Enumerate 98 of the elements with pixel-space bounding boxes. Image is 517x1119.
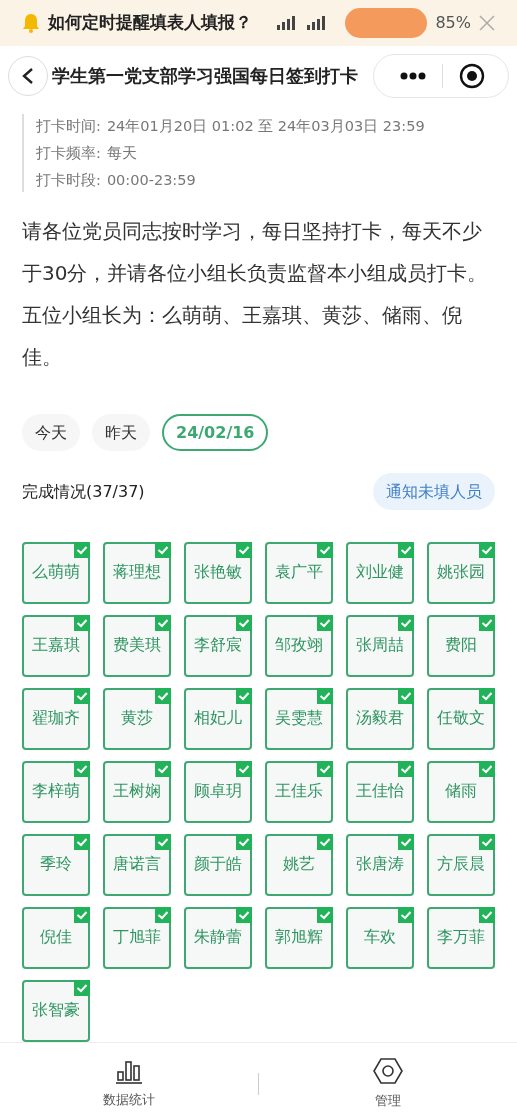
- member-name: 郭旭辉: [275, 927, 323, 949]
- member-name: 方辰晨: [437, 854, 485, 876]
- nav-item[interactable]: 管理: [259, 1057, 517, 1111]
- member-card[interactable]: 翟珈齐: [22, 688, 90, 750]
- member-name: 王佳怡: [356, 781, 404, 803]
- member-card[interactable]: 丁旭菲: [103, 907, 171, 969]
- member-card[interactable]: 袁广平: [265, 542, 333, 604]
- info-label: 打卡时段:: [36, 171, 101, 190]
- member-card[interactable]: 唐诺言: [103, 834, 171, 896]
- completion-status: 完成情况(37/37): [22, 480, 145, 503]
- member-card[interactable]: 姚艺: [265, 834, 333, 896]
- member-card[interactable]: 汤毅君: [346, 688, 414, 750]
- member-name: 张智豪: [32, 1000, 80, 1022]
- member-card[interactable]: 储雨: [427, 761, 495, 823]
- member-name: 袁广平: [275, 562, 323, 584]
- member-card[interactable]: 王树娴: [103, 761, 171, 823]
- info-value: 24年01月20日 01:02 至 24年03月03日 23:59: [106, 117, 425, 136]
- member-name: 丁旭菲: [113, 927, 161, 949]
- back-button[interactable]: [8, 56, 48, 96]
- member-name: 刘业健: [356, 562, 404, 584]
- member-name: 相妃儿: [194, 708, 242, 730]
- member-name: 李梓萌: [32, 781, 80, 803]
- info-label: 打卡时间:: [36, 117, 101, 136]
- member-name: 颜于皓: [194, 854, 242, 876]
- member-name: 季玲: [40, 854, 72, 876]
- battery-level: 85%: [435, 12, 471, 34]
- member-name: 张艳敏: [194, 562, 242, 584]
- more-icon[interactable]: [400, 72, 426, 80]
- member-name: 王佳乐: [275, 781, 323, 803]
- member-card[interactable]: 方辰晨: [427, 834, 495, 896]
- bar-chart-icon: [115, 1058, 143, 1085]
- back-icon: [21, 67, 35, 85]
- member-name: 吴雯慧: [275, 708, 323, 730]
- member-card[interactable]: 王嘉琪: [22, 615, 90, 677]
- info-value: 每天: [106, 144, 137, 163]
- member-card[interactable]: 顾卓玥: [184, 761, 252, 823]
- target-icon[interactable]: [459, 63, 485, 89]
- description: 请各位党员同志按时学习，每日坚持打卡，每天不少于30分，并请各位小组长负责监督本小组成员打卡。五位小组长为：么萌萌、王嘉琪、黄莎、储雨、倪佳。: [22, 218, 489, 371]
- date-chip[interactable]: 今天: [22, 414, 80, 451]
- member-name: 翟珈齐: [32, 708, 80, 730]
- member-card[interactable]: 张周喆: [346, 615, 414, 677]
- member-name: 黄莎: [121, 708, 153, 730]
- date-chip[interactable]: 昨天: [92, 414, 150, 451]
- member-card[interactable]: 朱静蕾: [184, 907, 252, 969]
- member-name: 任敬文: [437, 708, 485, 730]
- member-name: 王嘉琪: [32, 635, 80, 657]
- member-card[interactable]: 吴雯慧: [265, 688, 333, 750]
- member-name: 李万菲: [437, 927, 485, 949]
- member-name: 唐诺言: [113, 854, 161, 876]
- info-value: 00:00-23:59: [106, 171, 196, 190]
- member-name: 姚艺: [283, 854, 315, 876]
- member-name: 朱静蕾: [194, 927, 242, 949]
- member-name: 费阳: [445, 635, 477, 657]
- member-name: 李舒宸: [194, 635, 242, 657]
- member-card[interactable]: 张艳敏: [184, 542, 252, 604]
- member-card[interactable]: 费阳: [427, 615, 495, 677]
- member-card[interactable]: 季玲: [22, 834, 90, 896]
- hexagon-icon: [373, 1057, 403, 1086]
- nav-item[interactable]: 数据统计: [0, 1058, 258, 1110]
- member-card[interactable]: 任敬文: [427, 688, 495, 750]
- info-label: 打卡频率:: [36, 144, 101, 163]
- member-card[interactable]: 李梓萌: [22, 761, 90, 823]
- member-card[interactable]: 李万菲: [427, 907, 495, 969]
- member-name: 么萌萌: [32, 562, 80, 584]
- member-name: 邹孜翊: [275, 635, 323, 657]
- member-name: 汤毅君: [356, 708, 404, 730]
- member-card[interactable]: 刘业健: [346, 542, 414, 604]
- page-title: 学生第一党支部学习强国每日签到打卡: [52, 64, 359, 88]
- member-card[interactable]: 蒋理想: [103, 542, 171, 604]
- member-name: 倪佳: [40, 927, 72, 949]
- member-name: 姚张园: [437, 562, 485, 584]
- member-name: 张周喆: [356, 635, 404, 657]
- member-card[interactable]: 李舒宸: [184, 615, 252, 677]
- member-card[interactable]: 车欢: [346, 907, 414, 969]
- member-card[interactable]: 黄莎: [103, 688, 171, 750]
- member-name: 储雨: [445, 781, 477, 803]
- bell-icon: [22, 13, 40, 33]
- member-name: 顾卓玥: [194, 781, 242, 803]
- member-card[interactable]: 倪佳: [22, 907, 90, 969]
- member-name: 蒋理想: [113, 562, 161, 584]
- member-name: 张唐涛: [356, 854, 404, 876]
- member-card[interactable]: 么萌萌: [22, 542, 90, 604]
- member-name: 车欢: [364, 927, 396, 949]
- member-card[interactable]: 相妃儿: [184, 688, 252, 750]
- member-card[interactable]: 费美琪: [103, 615, 171, 677]
- member-card[interactable]: 王佳乐: [265, 761, 333, 823]
- member-card[interactable]: 郭旭辉: [265, 907, 333, 969]
- member-card[interactable]: 张智豪: [22, 980, 90, 1042]
- member-card[interactable]: 张唐涛: [346, 834, 414, 896]
- member-name: 王树娴: [113, 781, 161, 803]
- member-card[interactable]: 姚张园: [427, 542, 495, 604]
- notify-button[interactable]: 通知未填人员: [373, 473, 495, 510]
- date-chip[interactable]: 24/02/16: [162, 414, 269, 451]
- member-card[interactable]: 邹孜翊: [265, 615, 333, 677]
- member-card[interactable]: 颜于皓: [184, 834, 252, 896]
- member-card[interactable]: 王佳怡: [346, 761, 414, 823]
- banner-title: 如何定时提醒填表人填报？: [48, 11, 252, 35]
- member-name: 费美琪: [113, 635, 161, 657]
